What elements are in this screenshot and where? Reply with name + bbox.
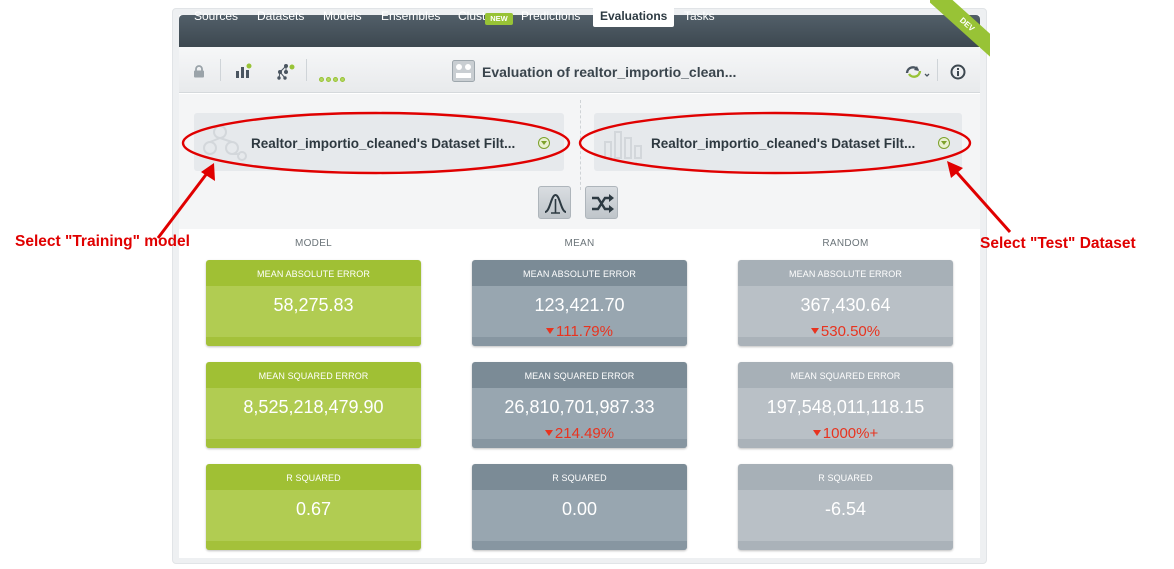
annotation-test: Select "Test" Dataset	[980, 235, 1136, 252]
annotation-training: Select "Training" model	[15, 233, 190, 250]
metric-card-random-r2: R SQUARED -6.54	[738, 464, 953, 550]
metric-label: MEAN ABSOLUTE ERROR	[472, 260, 687, 286]
metric-value: 197,548,011,118.15	[766, 397, 925, 417]
metric-card-random-mse: MEAN SQUARED ERROR 197,548,011,118.15 10…	[738, 362, 953, 448]
metric-value: 0.00	[561, 499, 598, 519]
column-header-model: MODEL	[294, 238, 333, 249]
metric-value: -6.54	[824, 499, 867, 519]
metric-value: 58,275.83	[273, 295, 354, 315]
metric-label: MEAN SQUARED ERROR	[472, 362, 687, 388]
metric-label: MEAN ABSOLUTE ERROR	[206, 260, 421, 286]
metric-value: 26,810,701,987.33	[504, 397, 655, 417]
metric-card-model-r2: R SQUARED 0.67	[206, 464, 421, 550]
metric-label: R SQUARED	[206, 464, 421, 490]
metric-value: 123,421.70	[534, 295, 625, 315]
metric-card-mean-mae: MEAN ABSOLUTE ERROR 123,421.70 111.79%	[472, 260, 687, 346]
metric-card-model-mse: MEAN SQUARED ERROR 8,525,218,479.90	[206, 362, 421, 448]
metric-label: MEAN SQUARED ERROR	[738, 362, 953, 388]
metric-label: MEAN ABSOLUTE ERROR	[738, 260, 953, 286]
down-arrow-icon	[810, 328, 819, 334]
metric-label: R SQUARED	[472, 464, 687, 490]
column-header-random: RANDOM	[822, 238, 869, 249]
down-arrow-icon	[812, 430, 821, 436]
down-arrow-icon	[544, 430, 553, 436]
metric-label: R SQUARED	[738, 464, 953, 490]
stage: Sources Datasets Models Ensembles Cluste…	[0, 0, 1174, 569]
down-arrow-icon	[546, 328, 554, 334]
metric-value: 367,430.64	[800, 295, 891, 315]
metric-card-mean-r2: R SQUARED 0.00	[472, 464, 687, 550]
column-header-mean: MEAN	[564, 238, 595, 249]
metric-value: 0.67	[295, 499, 332, 519]
metric-label: MEAN SQUARED ERROR	[206, 362, 421, 388]
metric-card-random-mae: MEAN ABSOLUTE ERROR 367,430.64 530.50%	[738, 260, 953, 346]
metric-card-mean-mse: MEAN SQUARED ERROR 26,810,701,987.33 214…	[472, 362, 687, 448]
metric-value: 8,525,218,479.90	[243, 397, 384, 417]
metric-card-model-mae: MEAN ABSOLUTE ERROR 58,275.83	[206, 260, 421, 346]
